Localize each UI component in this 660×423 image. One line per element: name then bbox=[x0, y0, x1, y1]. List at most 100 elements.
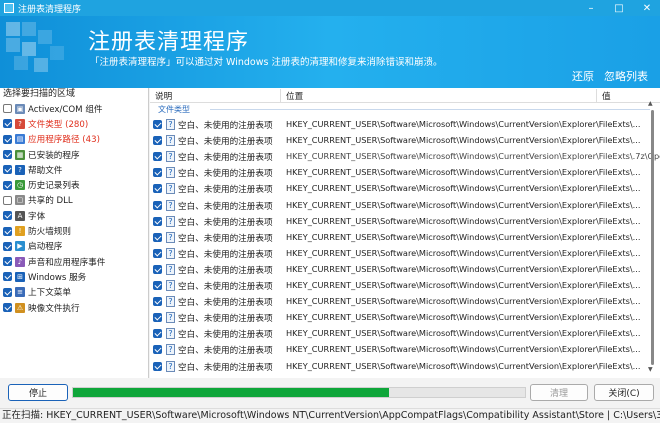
row-checkbox[interactable] bbox=[153, 216, 162, 226]
table-row[interactable]: ? 空白、未使用的注册表项 HKEY_CURRENT_USER\Software\M… bbox=[150, 262, 650, 278]
scan-area-checkbox[interactable] bbox=[3, 287, 12, 297]
row-checkbox[interactable] bbox=[153, 184, 162, 194]
column-description[interactable]: 说明 bbox=[155, 90, 172, 102]
row-checkbox[interactable] bbox=[153, 329, 162, 339]
scan-area-checkbox[interactable] bbox=[3, 180, 12, 190]
row-description: 空白、未使用的注册表项 bbox=[178, 137, 273, 148]
row-description: 空白、未使用的注册表项 bbox=[178, 282, 273, 292]
table-row[interactable]: ? 空白、未使用的注册表项 HKEY_CURRENT_USER\Software\M… bbox=[150, 149, 660, 165]
scan-area-item[interactable]: ? 帮助文件 bbox=[0, 162, 148, 177]
table-row[interactable]: ? 空白、未使用的注册表项 HKEY_CURRENT_USER\Software\M… bbox=[150, 342, 650, 358]
help-icon: ? bbox=[15, 164, 25, 175]
clean-button[interactable]: 清理 bbox=[530, 384, 588, 401]
scan-area-checkbox[interactable] bbox=[3, 104, 12, 114]
table-row[interactable]: ? 空白、未使用的注册表项 HKEY_CURRENT_USER\Software\M… bbox=[150, 133, 650, 149]
close-button[interactable]: 关闭(C) bbox=[594, 384, 654, 401]
row-description: 空白、未使用的注册表项 bbox=[178, 201, 273, 212]
column-value[interactable]: 值 bbox=[602, 90, 611, 102]
row-checkbox[interactable] bbox=[153, 361, 162, 371]
scan-area-label: Windows 服务 bbox=[28, 272, 87, 283]
scan-area-item[interactable]: ≡ 上下文菜单 bbox=[0, 285, 148, 300]
scroll-down-icon[interactable]: ▼ bbox=[648, 366, 653, 373]
ignore-list-link[interactable]: 忽略列表 bbox=[604, 68, 648, 84]
scan-area-item[interactable]: ◷ 历史记录列表 bbox=[0, 177, 148, 192]
scan-area-item[interactable]: ? 文件类型 (280) bbox=[0, 116, 148, 131]
row-description: 空白、未使用的注册表项 bbox=[178, 153, 273, 164]
scan-area-label: 防火墙规则 bbox=[28, 227, 71, 238]
registry-entry-icon: ? bbox=[166, 215, 175, 227]
scan-area-item[interactable]: ▦ 已安装的程序 bbox=[0, 147, 148, 162]
scan-area-checkbox[interactable] bbox=[3, 303, 12, 312]
row-checkbox[interactable] bbox=[153, 168, 162, 178]
row-checkbox[interactable] bbox=[153, 120, 162, 129]
scan-area-checkbox[interactable] bbox=[3, 134, 12, 144]
scan-area-checkbox[interactable] bbox=[3, 241, 12, 251]
scan-area-label: 声音和应用程序事件 bbox=[28, 257, 106, 268]
row-location: HKEY_CURRENT_USER\Software\Microsoft\Win… bbox=[286, 360, 641, 371]
table-row[interactable]: ? 空白、未使用的注册表项 HKEY_CURRENT_USER\Software\M… bbox=[150, 246, 650, 262]
scan-area-checkbox[interactable] bbox=[3, 195, 12, 205]
scan-area-label: 启动程序 bbox=[28, 242, 63, 253]
scan-area-checkbox[interactable] bbox=[3, 211, 12, 221]
scan-area-checkbox[interactable] bbox=[3, 150, 12, 160]
row-checkbox[interactable] bbox=[153, 200, 162, 210]
scroll-thumb[interactable] bbox=[651, 110, 654, 365]
table-row[interactable]: ? 空白、未使用的注册表项 HKEY_CURRENT_USER\Software\M… bbox=[150, 230, 650, 246]
table-row[interactable]: ? 空白、未使用的注册表项 HKEY_CURRENT_USER\Software\M… bbox=[150, 294, 650, 310]
table-scrollbar[interactable]: ▲ ▼ bbox=[648, 100, 656, 373]
scan-area-item[interactable]: ▤ 应用程序路径 (43) bbox=[0, 132, 148, 147]
scan-area-item[interactable]: ⚠ 映像文件执行 bbox=[0, 300, 148, 315]
table-row[interactable]: ? 空白、未使用的注册表项 HKEY_CURRENT_USER\Software\M… bbox=[150, 278, 650, 294]
scan-area-label: 应用程序路径 (43) bbox=[28, 135, 100, 146]
header-banner: 注册表清理程序 「注册表清理程序」可以通过对 Windows 注册表的清理和修复… bbox=[0, 16, 660, 88]
column-divider[interactable] bbox=[596, 89, 597, 102]
maximize-button[interactable]: □ bbox=[608, 0, 630, 16]
table-row[interactable]: ? 空白、未使用的注册表项 HKEY_CURRENT_USER\Software\M… bbox=[150, 165, 650, 181]
scan-area-item[interactable]: ▣ Activex/COM 组件 bbox=[0, 101, 148, 116]
restore-link[interactable]: 还原 bbox=[572, 68, 594, 84]
table-row[interactable]: ? 空白、未使用的注册表项 HKEY_CURRENT_USER\Software\M… bbox=[150, 359, 650, 375]
scan-area-checkbox[interactable] bbox=[3, 226, 12, 236]
scan-area-item[interactable]: ⊞ Windows 服务 bbox=[0, 269, 148, 284]
scan-area-checkbox[interactable] bbox=[3, 272, 12, 282]
row-description: 空白、未使用的注册表项 bbox=[178, 217, 273, 228]
scan-area-item[interactable]: A 字体 bbox=[0, 208, 148, 223]
row-checkbox[interactable] bbox=[153, 136, 162, 146]
scan-area-item[interactable]: ! 防火墙规则 bbox=[0, 223, 148, 238]
column-divider[interactable] bbox=[280, 89, 281, 102]
logo-squares-icon bbox=[6, 22, 76, 82]
row-location: HKEY_CURRENT_USER\Software\Microsoft\Win… bbox=[286, 344, 641, 355]
row-checkbox[interactable] bbox=[153, 232, 162, 242]
stop-button[interactable]: 停止 bbox=[8, 384, 68, 401]
row-checkbox[interactable] bbox=[153, 152, 162, 162]
scan-area-checkbox[interactable] bbox=[3, 257, 12, 267]
scan-area-item[interactable]: ▢ 共享的 DLL bbox=[0, 193, 148, 208]
table-row[interactable]: ? 空白、未使用的注册表项 HKEY_CURRENT_USER\Software\M… bbox=[150, 326, 650, 342]
scan-area-checkbox[interactable] bbox=[3, 165, 12, 175]
page-title: 注册表清理程序 bbox=[88, 30, 250, 55]
close-window-button[interactable]: ✕ bbox=[636, 0, 658, 16]
registry-entry-icon: ? bbox=[166, 231, 175, 243]
table-row[interactable]: ? 空白、未使用的注册表项 HKEY_CURRENT_USER\Software\M… bbox=[150, 117, 650, 133]
scan-area-checkbox[interactable] bbox=[3, 119, 12, 129]
scan-area-item[interactable]: ♪ 声音和应用程序事件 bbox=[0, 254, 148, 269]
table-row[interactable]: ? 空白、未使用的注册表项 HKEY_CURRENT_USER\Software\M… bbox=[150, 310, 650, 326]
row-checkbox[interactable] bbox=[153, 297, 162, 307]
scan-area-item[interactable]: ▶ 启动程序 bbox=[0, 239, 148, 254]
minimize-button[interactable]: – bbox=[580, 0, 602, 16]
row-checkbox[interactable] bbox=[153, 248, 162, 258]
row-checkbox[interactable] bbox=[153, 345, 162, 355]
group-label: 文件类型 bbox=[158, 105, 190, 114]
row-checkbox[interactable] bbox=[153, 264, 162, 274]
table-row[interactable]: ? 空白、未使用的注册表项 HKEY_CURRENT_USER\Software\M… bbox=[150, 198, 650, 214]
title-bar: 注册表清理程序 – □ ✕ bbox=[0, 0, 660, 16]
row-checkbox[interactable] bbox=[153, 281, 162, 290]
column-location[interactable]: 位置 bbox=[286, 90, 303, 102]
scroll-up-icon[interactable]: ▲ bbox=[648, 100, 653, 107]
registry-entry-icon: ? bbox=[166, 280, 175, 291]
row-checkbox[interactable] bbox=[153, 313, 162, 323]
table-row[interactable]: ? 空白、未使用的注册表项 HKEY_CURRENT_USER\Software\M… bbox=[150, 181, 650, 197]
table-row[interactable]: ? 空白、未使用的注册表项 HKEY_CURRENT_USER\Software\M… bbox=[150, 214, 650, 230]
row-description: 空白、未使用的注册表项 bbox=[178, 249, 273, 260]
context-menu-icon: ≡ bbox=[15, 287, 25, 298]
